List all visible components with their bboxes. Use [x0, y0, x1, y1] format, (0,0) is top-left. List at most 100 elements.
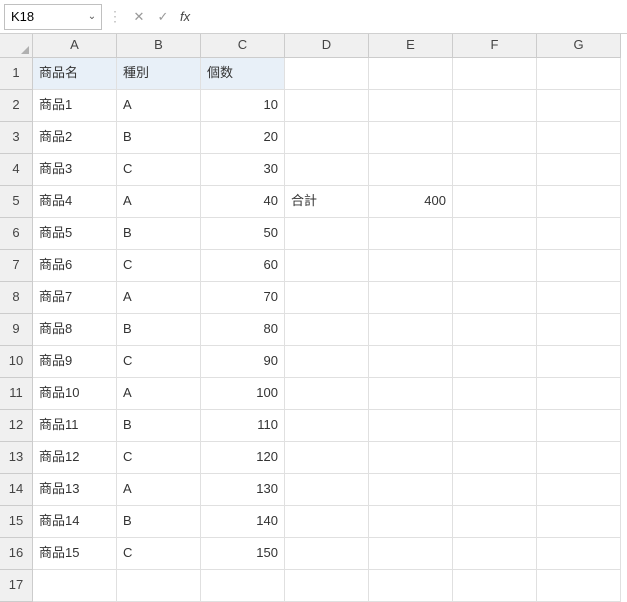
fx-icon[interactable]: fx — [176, 9, 194, 24]
cell-B2[interactable]: A — [117, 90, 201, 122]
select-all-corner[interactable] — [0, 34, 33, 58]
cell-D15[interactable] — [285, 506, 369, 538]
col-header-G[interactable]: G — [537, 34, 621, 58]
cell-D13[interactable] — [285, 442, 369, 474]
cell-F11[interactable] — [453, 378, 537, 410]
cell-C17[interactable] — [201, 570, 285, 602]
cell-G6[interactable] — [537, 218, 621, 250]
cell-E7[interactable] — [369, 250, 453, 282]
cell-F3[interactable] — [453, 122, 537, 154]
cell-D11[interactable] — [285, 378, 369, 410]
cell-C1[interactable]: 個数 — [201, 58, 285, 90]
cell-G10[interactable] — [537, 346, 621, 378]
cell-A17[interactable] — [33, 570, 117, 602]
col-header-E[interactable]: E — [369, 34, 453, 58]
cell-B9[interactable]: B — [117, 314, 201, 346]
cell-E9[interactable] — [369, 314, 453, 346]
cell-E4[interactable] — [369, 154, 453, 186]
name-box-input[interactable] — [5, 7, 83, 26]
col-header-F[interactable]: F — [453, 34, 537, 58]
cell-A4[interactable]: 商品3 — [33, 154, 117, 186]
cell-E14[interactable] — [369, 474, 453, 506]
col-header-C[interactable]: C — [201, 34, 285, 58]
cell-G8[interactable] — [537, 282, 621, 314]
cell-G13[interactable] — [537, 442, 621, 474]
cell-C6[interactable]: 50 — [201, 218, 285, 250]
cell-B4[interactable]: C — [117, 154, 201, 186]
row-header-3[interactable]: 3 — [0, 122, 33, 154]
cell-F13[interactable] — [453, 442, 537, 474]
cell-D9[interactable] — [285, 314, 369, 346]
cell-B17[interactable] — [117, 570, 201, 602]
cell-C9[interactable]: 80 — [201, 314, 285, 346]
cell-A16[interactable]: 商品15 — [33, 538, 117, 570]
cell-F15[interactable] — [453, 506, 537, 538]
cell-E15[interactable] — [369, 506, 453, 538]
cell-C10[interactable]: 90 — [201, 346, 285, 378]
cell-B11[interactable]: A — [117, 378, 201, 410]
cell-B8[interactable]: A — [117, 282, 201, 314]
cell-D14[interactable] — [285, 474, 369, 506]
row-header-7[interactable]: 7 — [0, 250, 33, 282]
row-header-10[interactable]: 10 — [0, 346, 33, 378]
cell-B1[interactable]: 種別 — [117, 58, 201, 90]
cell-F2[interactable] — [453, 90, 537, 122]
cell-B3[interactable]: B — [117, 122, 201, 154]
cell-B15[interactable]: B — [117, 506, 201, 538]
cell-A7[interactable]: 商品6 — [33, 250, 117, 282]
cell-A1[interactable]: 商品名 — [33, 58, 117, 90]
cell-G12[interactable] — [537, 410, 621, 442]
cell-F16[interactable] — [453, 538, 537, 570]
cell-F1[interactable] — [453, 58, 537, 90]
col-header-D[interactable]: D — [285, 34, 369, 58]
cell-D12[interactable] — [285, 410, 369, 442]
cell-A10[interactable]: 商品9 — [33, 346, 117, 378]
cell-C5[interactable]: 40 — [201, 186, 285, 218]
row-header-16[interactable]: 16 — [0, 538, 33, 570]
row-header-1[interactable]: 1 — [0, 58, 33, 90]
cell-D4[interactable] — [285, 154, 369, 186]
cell-D6[interactable] — [285, 218, 369, 250]
cell-A6[interactable]: 商品5 — [33, 218, 117, 250]
cell-G3[interactable] — [537, 122, 621, 154]
cell-C14[interactable]: 130 — [201, 474, 285, 506]
cell-B12[interactable]: B — [117, 410, 201, 442]
cell-A2[interactable]: 商品1 — [33, 90, 117, 122]
cell-E5[interactable]: 400 — [369, 186, 453, 218]
cell-G4[interactable] — [537, 154, 621, 186]
cell-C13[interactable]: 120 — [201, 442, 285, 474]
cell-F4[interactable] — [453, 154, 537, 186]
chevron-down-icon[interactable]: ⌄ — [83, 11, 101, 22]
row-header-12[interactable]: 12 — [0, 410, 33, 442]
cell-G2[interactable] — [537, 90, 621, 122]
cell-C7[interactable]: 60 — [201, 250, 285, 282]
cell-G14[interactable] — [537, 474, 621, 506]
cell-F17[interactable] — [453, 570, 537, 602]
row-header-4[interactable]: 4 — [0, 154, 33, 186]
cell-B6[interactable]: B — [117, 218, 201, 250]
cell-F7[interactable] — [453, 250, 537, 282]
cell-E3[interactable] — [369, 122, 453, 154]
cell-G11[interactable] — [537, 378, 621, 410]
cell-A12[interactable]: 商品11 — [33, 410, 117, 442]
cell-E2[interactable] — [369, 90, 453, 122]
cell-D7[interactable] — [285, 250, 369, 282]
confirm-icon[interactable]: ✓ — [152, 6, 174, 28]
cell-E17[interactable] — [369, 570, 453, 602]
cell-A8[interactable]: 商品7 — [33, 282, 117, 314]
cell-F6[interactable] — [453, 218, 537, 250]
cell-B13[interactable]: C — [117, 442, 201, 474]
cell-F14[interactable] — [453, 474, 537, 506]
cell-G15[interactable] — [537, 506, 621, 538]
cell-A13[interactable]: 商品12 — [33, 442, 117, 474]
cancel-icon[interactable]: ✕ — [128, 6, 150, 28]
cell-A5[interactable]: 商品4 — [33, 186, 117, 218]
cell-G5[interactable] — [537, 186, 621, 218]
cell-C3[interactable]: 20 — [201, 122, 285, 154]
row-header-17[interactable]: 17 — [0, 570, 33, 602]
cell-D3[interactable] — [285, 122, 369, 154]
cell-C4[interactable]: 30 — [201, 154, 285, 186]
cell-B14[interactable]: A — [117, 474, 201, 506]
cell-F5[interactable] — [453, 186, 537, 218]
cell-G9[interactable] — [537, 314, 621, 346]
